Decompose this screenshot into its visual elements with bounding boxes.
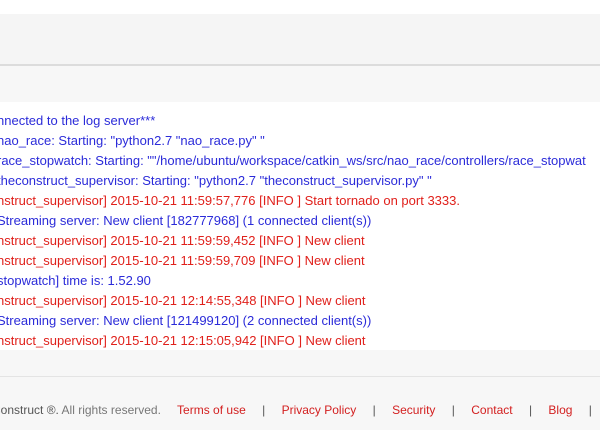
top-band <box>0 0 600 14</box>
log-line: nstruct_supervisor] 2015-10-21 11:59:57,… <box>0 193 460 208</box>
footer-separator: | <box>262 403 266 417</box>
log-line: nnected to the log server*** <box>0 113 156 128</box>
footer-separator: | <box>588 403 592 417</box>
log-line: Streaming server: New client [121499120]… <box>0 313 372 328</box>
log-line: nao_race: Starting: "python2.7 "nao_race… <box>0 133 265 148</box>
log-line: nstruct_supervisor] 2015-10-21 12:15:05,… <box>0 333 366 348</box>
log-line: race_stopwatch: Starting: ""/home/ubuntu… <box>0 153 586 168</box>
footer-separator: | <box>528 403 533 417</box>
footer-separator: | <box>451 403 455 417</box>
footer-copyright: All rights reserved. <box>61 403 161 417</box>
log-line: Streaming server: New client [182777968]… <box>0 213 372 228</box>
log-line: nstruct_supervisor] 2015-10-21 11:59:59,… <box>0 233 365 248</box>
footer-registered: ®. <box>43 403 59 417</box>
privacy-link[interactable]: Privacy Policy <box>282 403 357 417</box>
contact-link[interactable]: Contact <box>471 403 512 417</box>
log-line: theconstruct_supervisor: Starting: "pyth… <box>0 173 432 188</box>
security-link[interactable]: Security <box>392 403 435 417</box>
terms-link[interactable]: Terms of use <box>177 403 246 417</box>
log-lines: nnected to the log server*** nao_race: S… <box>0 111 586 350</box>
blog-link[interactable]: Blog <box>548 403 572 417</box>
log-line: stopwatch] time is: 1.52.90 <box>0 273 151 288</box>
footer-brand: e Construct <box>0 403 44 417</box>
header-bar <box>0 14 600 66</box>
footer-row: e Construct ®. All rights reserved. Term… <box>0 403 600 417</box>
log-console[interactable]: nnected to the log server*** nao_race: S… <box>0 102 600 350</box>
log-line: nstruct_supervisor] 2015-10-21 12:14:55,… <box>0 293 366 308</box>
log-line: nstruct_supervisor] 2015-10-21 11:59:59,… <box>0 253 365 268</box>
footer-separator: | <box>372 403 376 417</box>
footer: e Construct ®. All rights reserved. Term… <box>0 376 600 430</box>
